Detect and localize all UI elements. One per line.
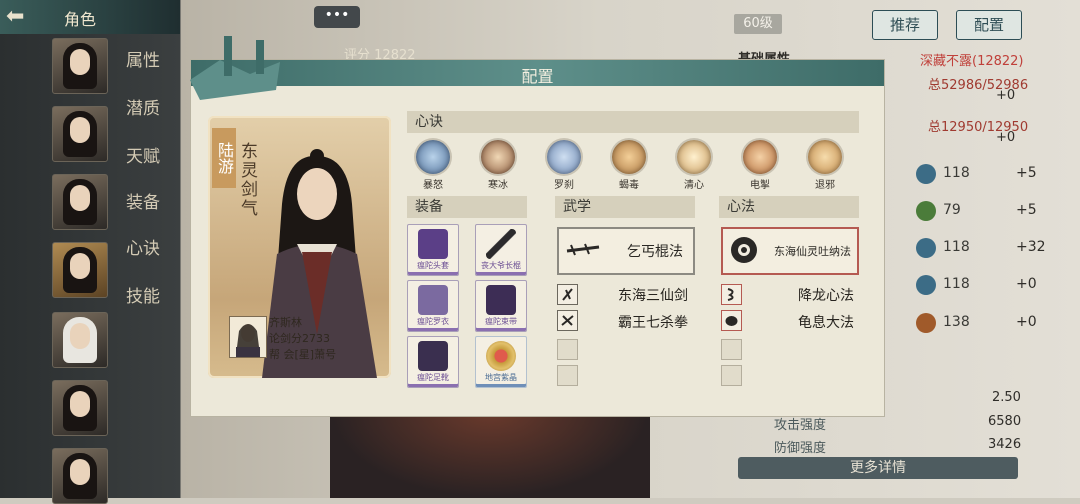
xinfa-slot-icon[interactable] — [721, 310, 742, 331]
config-dialog: 配置 陆游 东灵剑气 齐斯林 论剑分2733 帮 会[星]萧号 心诀 暴怒 寒冰… — [191, 60, 884, 416]
banner-decoration — [190, 36, 280, 100]
sidebar-item-talent[interactable]: 天赋 — [126, 142, 170, 167]
config-button[interactable]: 配置 — [956, 10, 1022, 40]
chat-icon[interactable]: ••• — [314, 6, 360, 28]
stat-row: 118 +32 — [888, 236, 1068, 260]
martial-main-slot[interactable]: 乞丐棍法 — [557, 227, 695, 275]
dialog-header: 配置 — [191, 60, 884, 86]
attack-value: 6580 — [988, 414, 1022, 429]
sidebar-item-xinjue[interactable]: 心诀 — [126, 234, 170, 259]
xinfa-main-name: 东海仙灵吐纳法 — [774, 245, 851, 258]
top-bar: ⬅ 角色 — [0, 0, 180, 34]
character-avatar[interactable] — [52, 448, 108, 504]
stat-value: 2.50 — [992, 390, 1021, 405]
player-avatar[interactable] — [229, 316, 267, 358]
martial-slot-name[interactable]: 东海三仙剑 — [618, 285, 688, 305]
character-title: 东灵剑气 — [237, 142, 257, 218]
xinjue-skill[interactable]: 寒冰 — [476, 140, 520, 191]
empty-slot[interactable] — [557, 339, 578, 360]
xinjue-skill[interactable]: 清心 — [672, 140, 716, 191]
xinjue-skill[interactable]: 暴怒 — [411, 140, 455, 191]
player-guild: 帮 会[星]萧号 — [269, 348, 337, 361]
level-badge: 60级 — [734, 14, 782, 34]
xinfa-slot-icon[interactable] — [721, 284, 742, 305]
stat-row: 138 +0 — [888, 311, 1068, 335]
martial-slot-name[interactable]: 霸王七杀拳 — [618, 312, 688, 332]
sidebar-item-potential[interactable]: 潜质 — [126, 94, 170, 119]
xinfa-slot-name[interactable]: 龟息大法 — [798, 312, 854, 332]
character-avatar[interactable] — [52, 174, 108, 230]
xinfa-main-slot[interactable]: 东海仙灵吐纳法 — [721, 227, 859, 275]
mp-plus: +0 — [996, 130, 1016, 145]
attack-label: 攻击强度 — [774, 418, 827, 433]
martial-header: 武学 — [555, 196, 695, 218]
equipment-slot[interactable]: 瘟陀罗衣 — [407, 280, 459, 332]
martial-slot-icon[interactable] — [557, 284, 578, 305]
stat-icon — [916, 313, 936, 333]
staff-icon — [566, 243, 600, 256]
xinfa-header: 心法 — [719, 196, 859, 218]
character-avatar[interactable] — [52, 312, 108, 368]
sidebar-item-equipment[interactable]: 装备 — [126, 188, 170, 213]
arrow-left-icon[interactable]: ⬅ — [6, 4, 50, 30]
recommend-button[interactable]: 推荐 — [872, 10, 938, 40]
martial-slot-icon[interactable] — [557, 310, 578, 331]
martial-main-name: 乞丐棍法 — [627, 244, 683, 260]
defense-label: 防御强度 — [774, 441, 827, 456]
xinjue-header: 心诀 — [407, 111, 859, 133]
hero-figure — [330, 410, 650, 498]
basic-attr-score: 深藏不露(12822) — [920, 54, 1024, 69]
xinjue-skill[interactable]: 电掣 — [738, 140, 782, 191]
character-avatar[interactable] — [52, 38, 108, 94]
xinjue-skill[interactable]: 退邪 — [803, 140, 847, 191]
stat-icon — [916, 164, 936, 184]
page-title: 角色 — [64, 10, 97, 29]
sidebar-item-skills[interactable]: 技能 — [126, 282, 170, 307]
stat-icon — [916, 201, 936, 221]
stat-icon — [916, 275, 936, 295]
empty-slot[interactable] — [721, 339, 742, 360]
character-avatar[interactable] — [52, 380, 108, 436]
stat-row: 118 +5 — [888, 162, 1068, 186]
sidebar-item-attributes[interactable]: 属性 — [126, 46, 170, 71]
defense-value: 3426 — [988, 437, 1022, 452]
lotus-icon — [731, 237, 757, 263]
xinjue-skill[interactable]: 蝎毒 — [607, 140, 651, 191]
equipment-slot[interactable]: 丧大爷长棍 — [475, 224, 527, 276]
equipment-slot[interactable]: 地宫紫晶 — [475, 336, 527, 388]
empty-slot[interactable] — [557, 365, 578, 386]
equipment-header: 装备 — [407, 196, 527, 218]
character-avatar[interactable] — [52, 106, 108, 162]
sect-tag: 陆游 — [212, 128, 236, 188]
xinfa-slot-name[interactable]: 降龙心法 — [798, 285, 854, 305]
player-name: 齐斯林 — [269, 316, 302, 329]
equipment-slot[interactable]: 瘟陀束带 — [475, 280, 527, 332]
player-score: 论剑分2733 — [269, 332, 330, 345]
character-avatar-selected[interactable] — [52, 242, 108, 298]
character-card: 陆游 东灵剑气 齐斯林 论剑分2733 帮 会[星]萧号 — [208, 116, 391, 378]
stat-row: 79 +5 — [888, 199, 1068, 223]
stat-icon — [916, 238, 936, 258]
stat-row: 118 +0 — [888, 273, 1068, 297]
more-details-button[interactable]: 更多详情 — [738, 457, 1018, 479]
dialog-title: 配置 — [521, 67, 554, 86]
equipment-slot[interactable]: 瘟陀头套 — [407, 224, 459, 276]
empty-slot[interactable] — [721, 365, 742, 386]
xinjue-skill[interactable]: 罗刹 — [542, 140, 586, 191]
hp-plus: +0 — [996, 88, 1016, 103]
equipment-slot[interactable]: 瘟陀足靴 — [407, 336, 459, 388]
